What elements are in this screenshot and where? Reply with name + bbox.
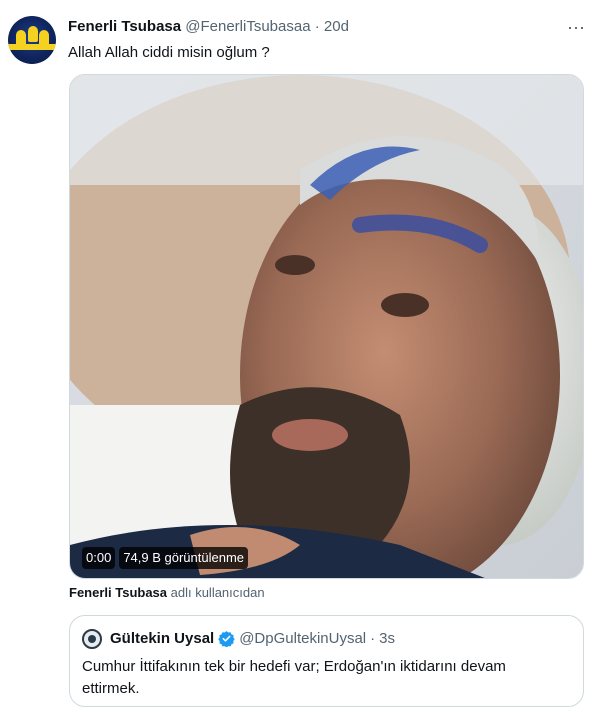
quoted-tweet-text: Cumhur İttifakının tek bir hedefi var; E… bbox=[82, 658, 506, 697]
quoted-author-name: Gültekin Uysal bbox=[110, 630, 215, 647]
separator-dot: · bbox=[314, 18, 320, 35]
tweet[interactable]: Fenerli Tsubasa @FenerliTsubasaa · 20d ⋯… bbox=[0, 0, 600, 720]
verified-badge-icon bbox=[218, 631, 235, 647]
author-handle[interactable]: @FenerliTsubasaa bbox=[185, 18, 310, 35]
attribution-suffix: adlı kullanıcıdan bbox=[167, 585, 265, 600]
quoted-tweet[interactable]: Gültekin Uysal @DpGultekinUysal · 3s Cum… bbox=[69, 615, 584, 707]
video-player[interactable]: 0:00 74,9 B görüntülenme bbox=[69, 74, 584, 579]
video-views: 74,9 B görüntülenme bbox=[119, 547, 249, 569]
separator-dot: · bbox=[370, 630, 376, 647]
video-badges: 0:00 74,9 B görüntülenme bbox=[82, 547, 249, 569]
tweet-timestamp[interactable]: 20d bbox=[324, 18, 349, 35]
quoted-author-handle: @DpGultekinUysal bbox=[239, 630, 367, 647]
avatar-figure bbox=[28, 26, 38, 42]
quoted-author-avatar bbox=[82, 629, 102, 649]
quoted-tweet-timestamp: 3s bbox=[379, 630, 395, 647]
more-options-icon[interactable]: ⋯ bbox=[567, 18, 586, 39]
media-attribution[interactable]: Fenerli Tsubasa adlı kullanıcıdan bbox=[69, 585, 265, 600]
quoted-tweet-header: Gültekin Uysal @DpGultekinUysal · 3s bbox=[110, 630, 395, 647]
avatar-stripe bbox=[8, 44, 56, 50]
tweet-header: Fenerli Tsubasa @FenerliTsubasaa · 20d bbox=[68, 18, 349, 35]
tweet-text: Allah Allah ciddi misin oğlum ? bbox=[68, 44, 270, 61]
attribution-name[interactable]: Fenerli Tsubasa bbox=[69, 585, 167, 600]
video-time: 0:00 bbox=[82, 547, 116, 569]
author-avatar[interactable] bbox=[8, 16, 56, 64]
author-name[interactable]: Fenerli Tsubasa bbox=[68, 18, 181, 35]
video-frame bbox=[70, 75, 583, 578]
